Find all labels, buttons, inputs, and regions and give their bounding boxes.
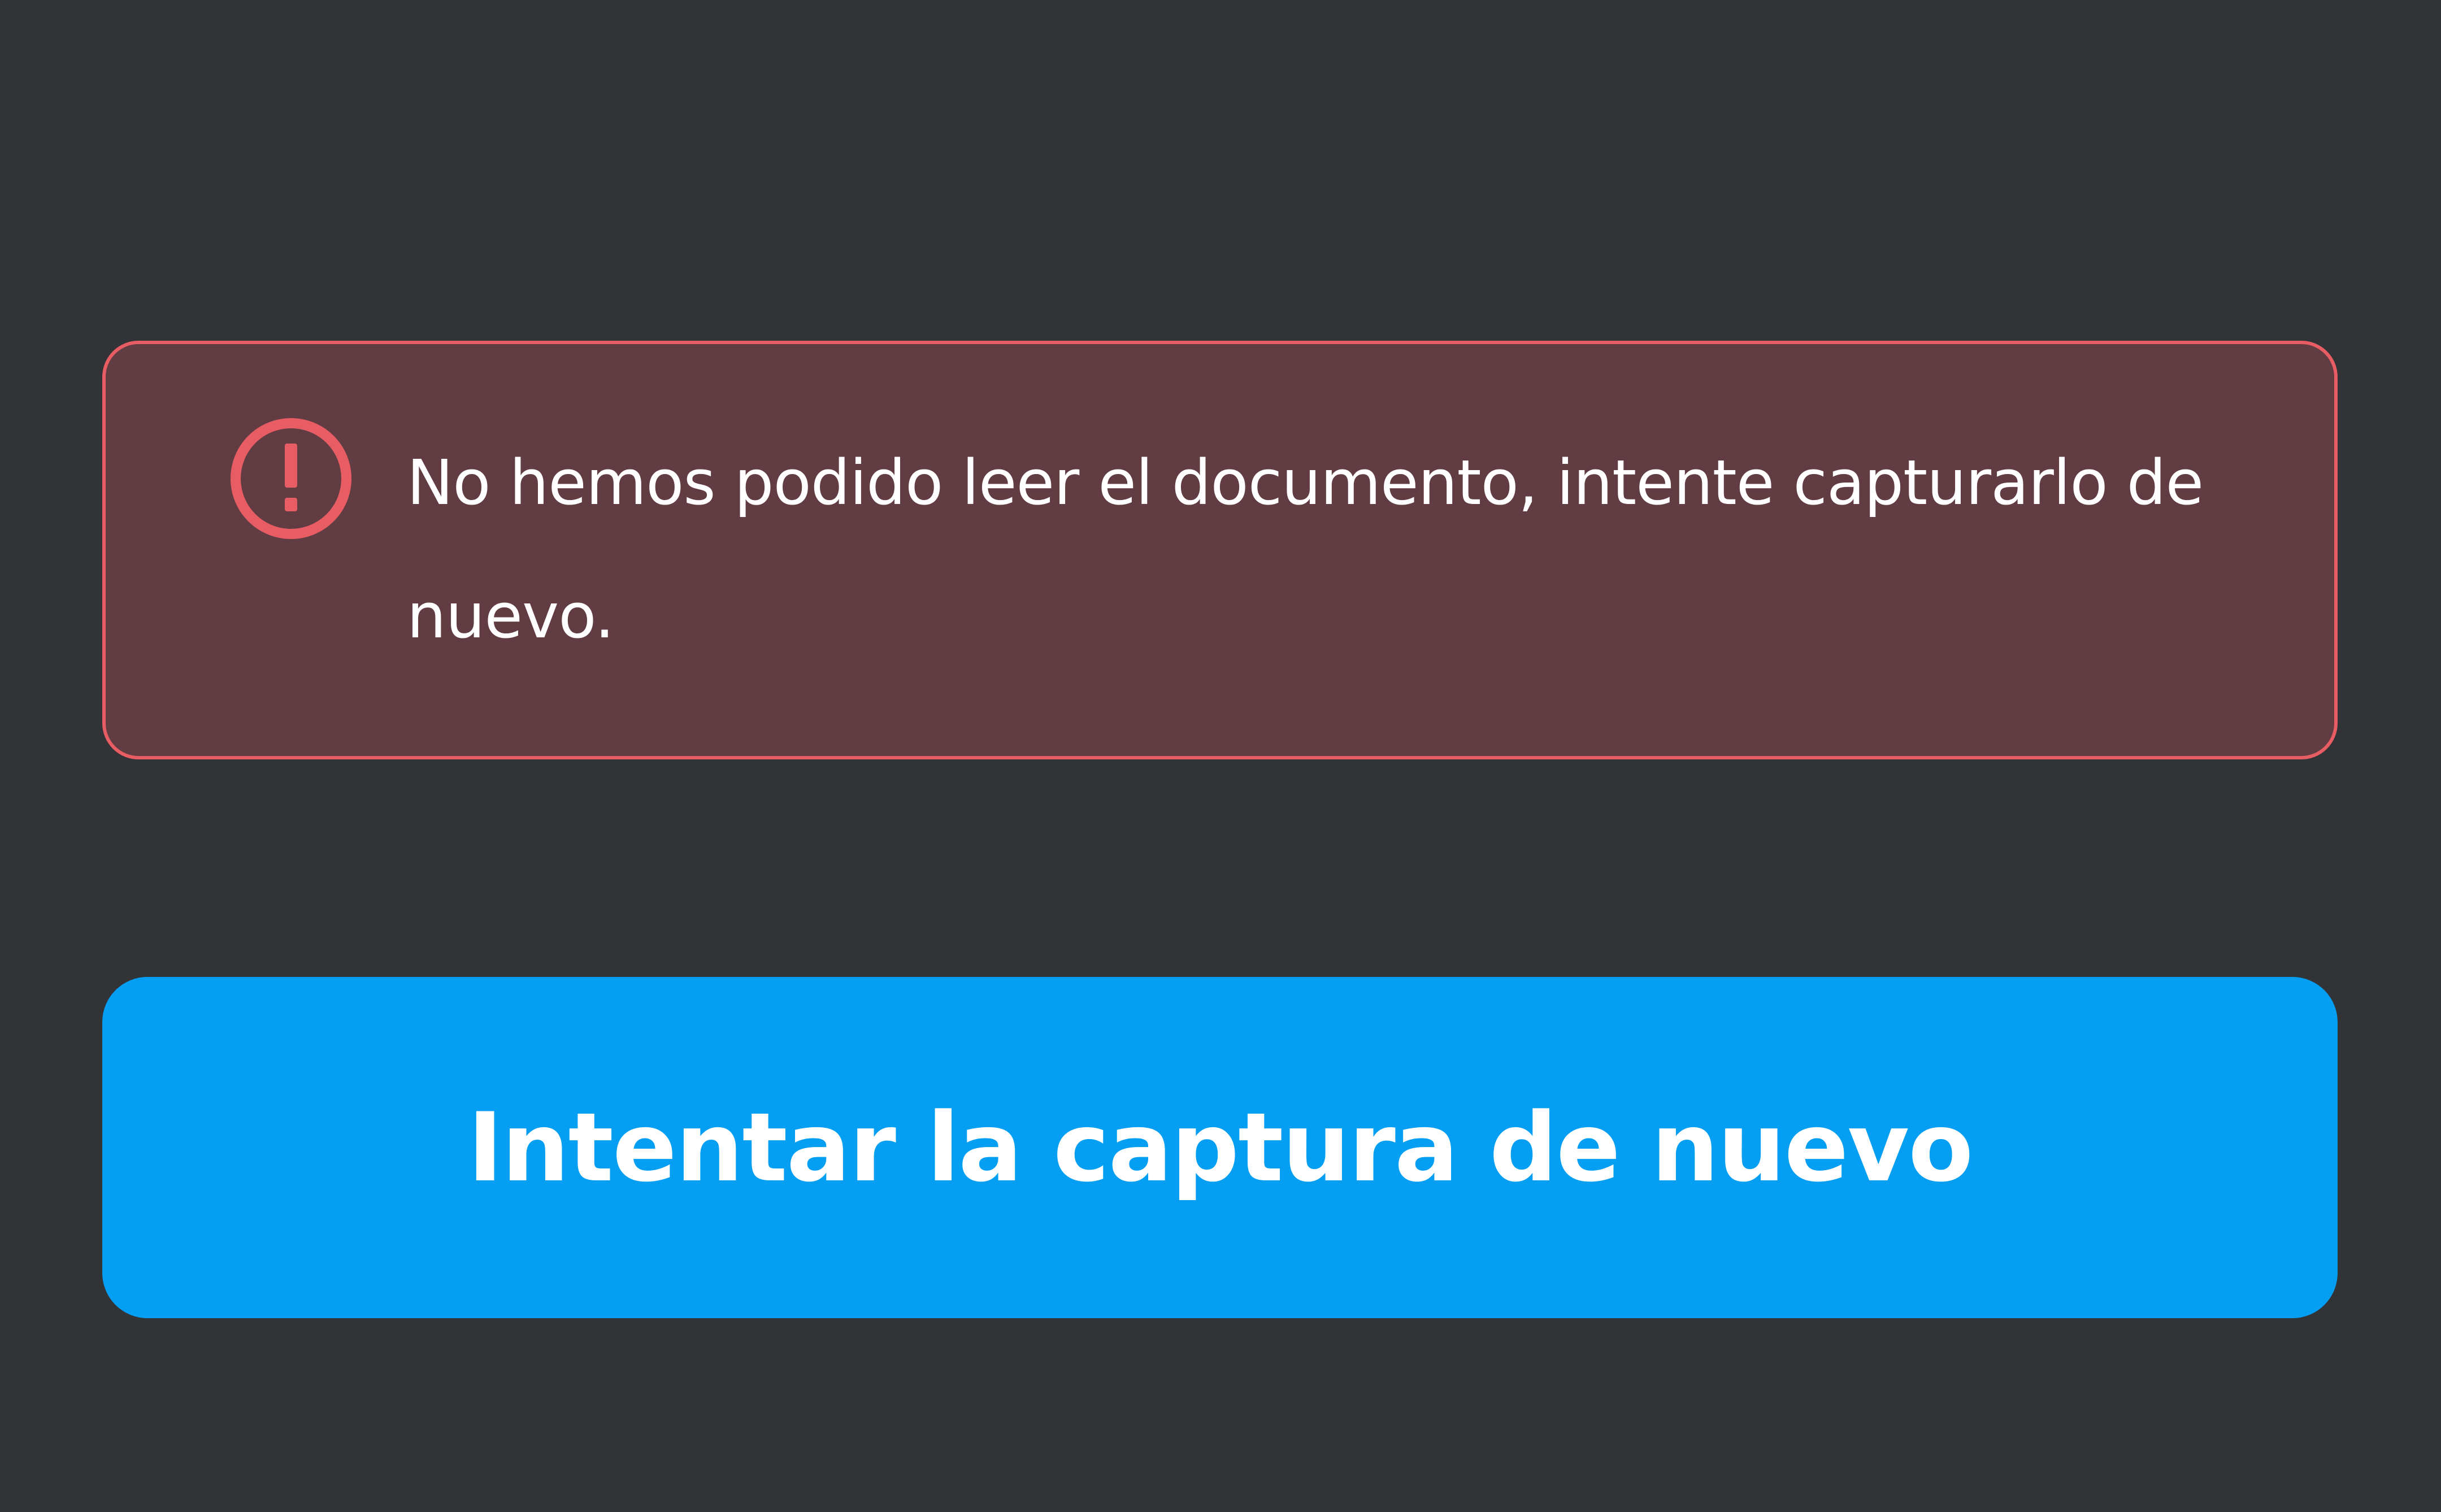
error-message: No hemos podido leer el documento, inten… [407, 446, 2204, 652]
exclamation-circle-icon [229, 416, 353, 541]
retry-capture-button[interactable]: Intentar la captura de nuevo [102, 977, 2338, 1318]
